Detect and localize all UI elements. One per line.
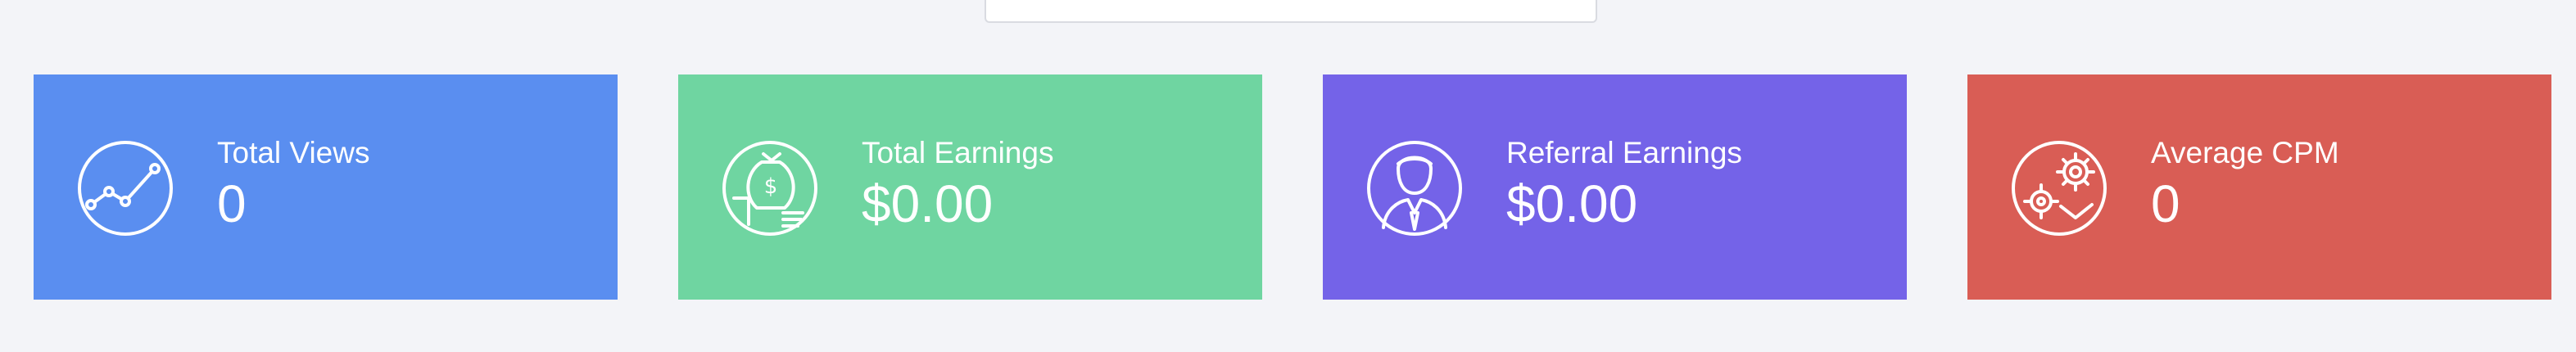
- stat-label: Total Earnings: [862, 136, 1054, 169]
- stat-label: Referral Earnings: [1506, 136, 1742, 169]
- stat-card-total-views: Total Views 0: [34, 74, 618, 300]
- stat-label: Total Views: [217, 136, 370, 169]
- stats-cards: Total Views 0 $ Total Earnings $0.00 Ref…: [34, 74, 2551, 300]
- line-chart-icon: [76, 139, 174, 237]
- stat-value: 0: [2151, 174, 2180, 233]
- search-input[interactable]: [985, 0, 1597, 23]
- stat-card-average-cpm: Average CPM 0: [1967, 74, 2551, 300]
- money-bag-icon: $: [721, 139, 819, 237]
- stat-card-total-earnings: $ Total Earnings $0.00: [678, 74, 1262, 300]
- stat-value: 0: [217, 174, 247, 233]
- svg-text:$: $: [764, 174, 778, 199]
- stat-label: Average CPM: [2151, 136, 2339, 169]
- stat-value: $0.00: [1506, 174, 1638, 233]
- gears-icon: [2010, 139, 2108, 237]
- stat-value: $0.00: [862, 174, 994, 233]
- stat-card-referral-earnings: Referral Earnings $0.00: [1323, 74, 1907, 300]
- person-avatar-icon: [1365, 139, 1464, 237]
